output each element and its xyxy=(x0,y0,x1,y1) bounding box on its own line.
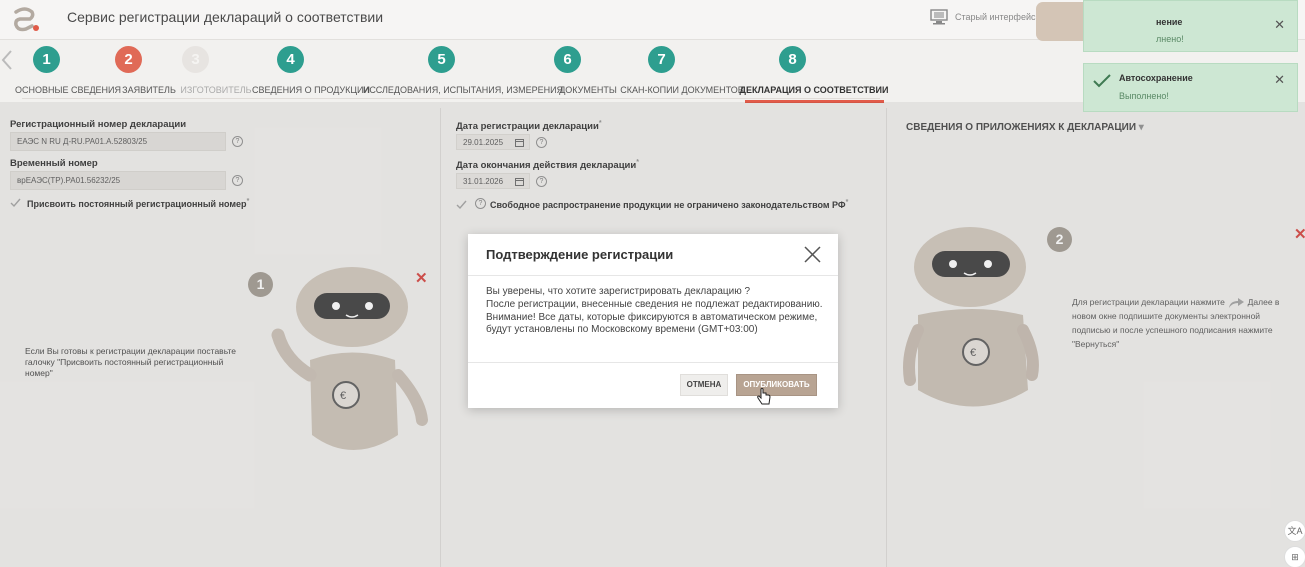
step-number: 4 xyxy=(277,46,304,73)
dialog-line: Вы уверены, что хотите зарегистрировать … xyxy=(486,286,751,297)
dialog-line: Внимание! Все даты, которые фиксируются … xyxy=(486,311,818,336)
toast-title: нение xyxy=(1156,17,1183,27)
step-label: ДОКУМЕНТЫ xyxy=(559,85,617,95)
toast-message: Выполнено! xyxy=(1119,91,1169,101)
step-label: СВЕДЕНИЯ О ПРОДУКЦИИ xyxy=(252,85,370,95)
step-label: ЗАЯВИТЕЛЬ xyxy=(122,85,176,95)
apps-grid-icon[interactable]: ⊞ xyxy=(1284,546,1305,567)
hand-cursor-icon xyxy=(757,388,771,405)
cancel-button[interactable]: ОТМЕНА xyxy=(680,374,728,396)
close-icon[interactable]: ✕ xyxy=(1274,17,1285,33)
step-number: 2 xyxy=(115,46,142,73)
dialog-divider xyxy=(468,275,838,276)
step-label: ОСНОВНЫЕ СВЕДЕНИЯ xyxy=(14,85,122,95)
step-number: 6 xyxy=(554,46,581,73)
dialog-title: Подтверждение регистрации xyxy=(486,247,674,262)
logo-icon[interactable] xyxy=(10,6,40,34)
step-number: 1 xyxy=(33,46,60,73)
checkmark-icon xyxy=(1093,74,1111,88)
old-interface-label: Старый интерфейс xyxy=(955,12,1036,22)
confirm-registration-dialog: Подтверждение регистрации Вы уверены, чт… xyxy=(468,234,838,408)
app-title: Сервис регистрации деклараций о соответс… xyxy=(67,9,384,25)
step-number: 5 xyxy=(428,46,455,73)
step-number: 8 xyxy=(779,46,806,73)
publish-button[interactable]: ОПУБЛИКОВАТЬ xyxy=(736,374,817,396)
toast-message: лнено! xyxy=(1156,34,1184,44)
dialog-divider xyxy=(468,362,838,363)
toast-notification: нение лнено! ✕ xyxy=(1083,0,1298,52)
dialog-body: Вы уверены, что хотите зарегистрировать … xyxy=(486,286,826,337)
step-label: ИЗГОТОВИТЕЛЬ xyxy=(180,85,252,95)
step-label: ИССЛЕДОВАНИЯ, ИСПЫТАНИЯ, ИЗМЕРЕНИЯ xyxy=(362,85,564,95)
translate-icon[interactable]: 文A xyxy=(1284,520,1305,542)
steps-divider xyxy=(22,98,880,99)
computer-icon xyxy=(930,9,948,25)
toast-notification: Автосохранение Выполнено! ✕ xyxy=(1083,63,1298,112)
chevron-left-icon[interactable] xyxy=(0,49,14,71)
step-number: 7 xyxy=(648,46,675,73)
toast-title: Автосохранение xyxy=(1119,73,1193,83)
old-interface-link[interactable]: Старый интерфейс xyxy=(930,9,1036,25)
step-label: СКАН-КОПИИ ДОКУМЕНТОВ xyxy=(620,85,744,95)
step-label: ДЕКЛАРАЦИЯ О СООТВЕТСТВИИ xyxy=(739,85,889,95)
close-icon[interactable] xyxy=(804,246,821,263)
step-number: 3 xyxy=(182,46,209,73)
dialog-line: После регистрации, внесенные сведения не… xyxy=(486,298,823,310)
close-icon[interactable]: ✕ xyxy=(1274,72,1285,88)
